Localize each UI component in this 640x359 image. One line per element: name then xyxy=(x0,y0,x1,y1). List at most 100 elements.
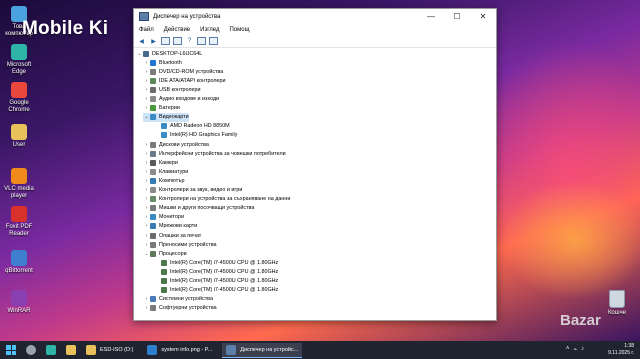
tree-device[interactable]: Intel(R) Core(TM) i7-4500U CPU @ 1.80GHz xyxy=(161,286,278,295)
search-icon[interactable] xyxy=(26,345,36,355)
tree-category[interactable]: › Клавиатури xyxy=(143,167,188,176)
start-button-icon[interactable] xyxy=(6,345,16,355)
chevron-right-icon[interactable]: › xyxy=(143,169,150,175)
monitor-icon[interactable] xyxy=(209,37,218,45)
tree-category[interactable]: › Камери xyxy=(143,158,178,167)
desktop-shortcut[interactable]: Foxit PDF Reader xyxy=(2,206,36,238)
menu-file[interactable]: Файл xyxy=(139,27,154,33)
chevron-down-icon[interactable]: ⌄ xyxy=(143,251,150,257)
device-icon xyxy=(150,250,156,257)
recycle-bin-label: Кошче xyxy=(607,310,627,316)
chevron-right-icon[interactable]: › xyxy=(143,87,150,93)
tree-label: Мрежови карти xyxy=(159,223,198,230)
device-icon xyxy=(143,50,149,57)
chevron-right-icon[interactable]: › xyxy=(143,242,150,248)
chevron-right-icon[interactable]: › xyxy=(143,69,150,75)
properties-icon[interactable] xyxy=(161,37,170,45)
app-icon xyxy=(11,82,27,98)
tree-category[interactable]: › Мрежови карти xyxy=(143,222,197,231)
tree-category[interactable]: › Компютър xyxy=(143,176,185,185)
tree-category[interactable]: › Дискови устройства xyxy=(143,140,209,149)
tree-category[interactable]: › Мишки и други посочващи устройства xyxy=(143,204,254,213)
tree-label: Видеокарти xyxy=(159,114,189,121)
desktop: Това компютър Microsoft Edge Google Chrome… xyxy=(0,0,640,341)
device-icon xyxy=(150,223,156,230)
volume-icon[interactable]: ♪ xyxy=(581,346,584,353)
close-button[interactable]: ✕ xyxy=(470,9,496,24)
tree-category[interactable]: › Интерфейсни устройства за човешки потре… xyxy=(143,149,286,158)
tree-category[interactable]: › Батерии xyxy=(143,104,180,113)
taskbar-app-button[interactable]: Диспечер на устройс... xyxy=(222,342,303,358)
tree-category[interactable]: › Системни устройства xyxy=(143,295,213,304)
show-hide-tree-icon[interactable] xyxy=(173,37,182,45)
chevron-right-icon[interactable]: › xyxy=(143,305,150,311)
menu-help[interactable]: Помощ xyxy=(229,27,249,33)
chevron-right-icon[interactable]: › xyxy=(143,178,150,184)
chevron-right-icon[interactable]: › xyxy=(143,78,150,84)
taskbar-app-button[interactable]: ESD-ISO (D:) xyxy=(82,343,137,357)
title-bar[interactable]: Диспечер на устройства — ☐ ✕ xyxy=(134,9,496,24)
tree-device[interactable]: Intel(R) HD Graphics Family xyxy=(161,131,237,140)
tree-label: Клавиатури xyxy=(159,168,189,175)
tree-device[interactable]: Intel(R) Core(TM) i7-4500U CPU @ 1.80GHz xyxy=(161,258,278,267)
recycle-bin-shortcut[interactable]: Кошче xyxy=(602,290,632,316)
tree-category[interactable]: › Софтуерни устройства xyxy=(143,304,217,313)
tree-category[interactable]: ⌄ Процесори xyxy=(143,249,187,258)
clock[interactable]: 1:38 9.11.2025 г. xyxy=(608,343,634,357)
desktop-shortcut[interactable]: Google Chrome xyxy=(2,82,36,114)
tree-label: DVD/CD-ROM устройства xyxy=(159,68,224,75)
tree-category[interactable]: › DVD/CD-ROM устройства xyxy=(143,67,223,76)
tree-category[interactable]: › Преносими устройства xyxy=(143,240,217,249)
maximize-button[interactable]: ☐ xyxy=(444,9,470,24)
tree-device[interactable]: AMD Radeon HD 8850M xyxy=(161,122,230,131)
device-icon xyxy=(161,123,167,130)
chevron-right-icon[interactable]: › xyxy=(143,214,150,220)
chevron-right-icon[interactable]: › xyxy=(143,187,150,193)
tree-category[interactable]: › IDE ATA/ATAPI контролери xyxy=(143,76,226,85)
tree-category[interactable]: › USB контролери xyxy=(143,85,200,94)
desktop-shortcut[interactable]: User xyxy=(2,124,36,149)
tree-category[interactable]: › Опашки за печат xyxy=(143,231,201,240)
desktop-shortcut[interactable]: qBittorrent xyxy=(2,250,36,275)
file-explorer-taskbar-icon[interactable] xyxy=(66,345,76,355)
desktop-shortcut[interactable]: WinRAR xyxy=(2,290,36,315)
back-arrow-icon[interactable]: ◀ xyxy=(137,37,146,45)
tree-category[interactable]: ⌄ Видеокарти xyxy=(143,112,189,122)
desktop-shortcut-label: User xyxy=(12,142,26,148)
desktop-shortcut[interactable]: VLC media player xyxy=(2,168,36,200)
tree-root[interactable]: ⌄ DESKTOP-L6UC64L xyxy=(136,49,202,58)
chevron-up-icon[interactable]: ˄ xyxy=(566,346,570,353)
device-icon xyxy=(161,287,167,294)
minimize-button[interactable]: — xyxy=(418,9,444,24)
menu-action[interactable]: Действие xyxy=(164,27,190,33)
chevron-right-icon[interactable]: › xyxy=(143,142,150,148)
desktop-shortcut[interactable]: Microsoft Edge xyxy=(2,44,36,76)
tree-device[interactable]: Intel(R) Core(TM) i7-4500U CPU @ 1.80GHz xyxy=(161,267,278,276)
chevron-right-icon[interactable]: › xyxy=(143,296,150,302)
chevron-down-icon[interactable]: ⌄ xyxy=(143,114,150,120)
chevron-right-icon[interactable]: › xyxy=(143,96,150,102)
tree-category[interactable]: › Контролери за звук, видео и игри xyxy=(143,186,242,195)
chevron-right-icon[interactable]: › xyxy=(143,151,150,157)
menu-view[interactable]: Изглед xyxy=(200,27,219,33)
network-icon[interactable]: ⌁ xyxy=(573,346,577,353)
chevron-right-icon[interactable]: › xyxy=(143,160,150,166)
help-icon[interactable]: ? xyxy=(185,37,194,45)
forward-arrow-icon[interactable]: ▶ xyxy=(149,37,158,45)
chevron-right-icon[interactable]: › xyxy=(143,60,150,66)
edge-taskbar-icon[interactable] xyxy=(46,345,56,355)
tree-category[interactable]: › Контролери на устройства за съхраняване… xyxy=(143,195,290,204)
update-driver-icon[interactable] xyxy=(197,37,206,45)
chevron-right-icon[interactable]: › xyxy=(143,196,150,202)
chevron-right-icon[interactable]: › xyxy=(143,223,150,229)
device-icon xyxy=(150,305,156,312)
taskbar-app-button[interactable]: system info.png - P... xyxy=(143,343,216,357)
tree-device[interactable]: Intel(R) Core(TM) i7-4500U CPU @ 1.80GHz xyxy=(161,277,278,286)
chevron-right-icon[interactable]: › xyxy=(143,105,150,111)
chevron-down-icon[interactable]: ⌄ xyxy=(136,51,143,57)
chevron-right-icon[interactable]: › xyxy=(143,233,150,239)
tree-category[interactable]: › Bluetooth xyxy=(143,58,182,67)
tree-category[interactable]: › Аудио входове и изходи xyxy=(143,95,219,104)
tree-category[interactable]: › Монитори xyxy=(143,213,184,222)
chevron-right-icon[interactable]: › xyxy=(143,205,150,211)
